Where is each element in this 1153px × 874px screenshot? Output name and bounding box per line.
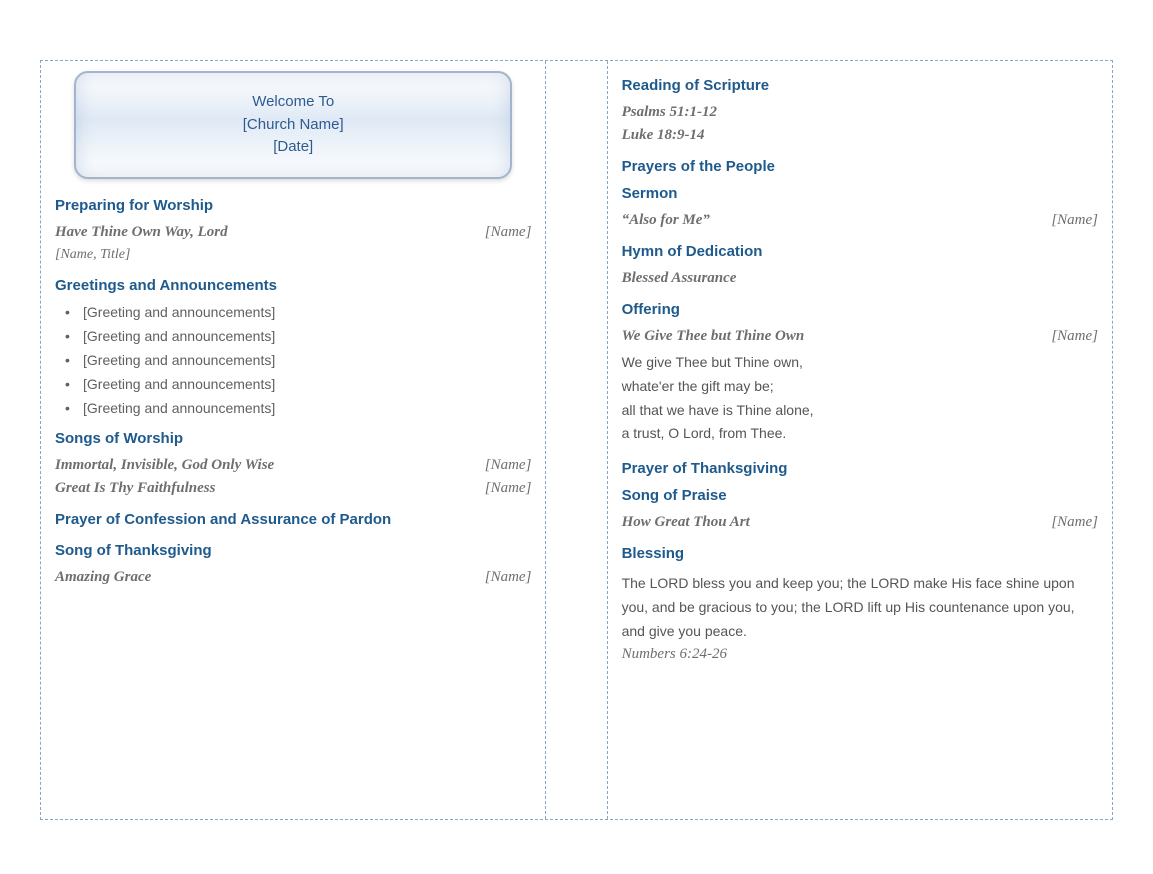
prayers-header: Prayers of the People [622, 158, 1098, 175]
announcements-list: [Greeting and announcements] [Greeting a… [55, 304, 531, 416]
blessing-header: Blessing [622, 545, 1098, 562]
preparing-hymn-name: [Name] [485, 224, 532, 241]
offering-hymn: We Give Thee but Thine Own [622, 328, 805, 345]
thanksgiving-song-header: Song of Thanksgiving [55, 542, 531, 559]
offering-header: Offering [622, 301, 1098, 318]
preparing-sub: [Name, Title] [55, 247, 531, 263]
scripture-1: Psalms 51:1-12 [622, 104, 1098, 121]
sermon-title: “Also for Me” [622, 212, 710, 229]
reading-header: Reading of Scripture [622, 77, 1098, 94]
song2-title: Great Is Thy Faithfulness [55, 480, 215, 497]
right-column: Reading of Scripture Psalms 51:1-12 Luke… [608, 61, 1112, 819]
song1-title: Immortal, Invisible, God Only Wise [55, 457, 274, 474]
sermon-name: [Name] [1051, 212, 1098, 229]
preparing-header: Preparing for Worship [55, 197, 531, 214]
welcome-line1: Welcome To [86, 91, 500, 114]
offering-verse: We give Thee but Thine own, whate'er the… [622, 351, 1098, 446]
thanksgiving-row: Amazing Grace [Name] [55, 569, 531, 586]
list-item: [Greeting and announcements] [61, 376, 531, 392]
offering-row: We Give Thee but Thine Own [Name] [622, 328, 1098, 345]
praise-row: How Great Thou Art [Name] [622, 514, 1098, 531]
offering-name: [Name] [1051, 328, 1098, 345]
song-row: Immortal, Invisible, God Only Wise [Name… [55, 457, 531, 474]
middle-spacer [546, 61, 607, 819]
preparing-hymn-row: Have Thine Own Way, Lord [Name] [55, 224, 531, 241]
songs-header: Songs of Worship [55, 430, 531, 447]
dedication-hymn: Blessed Assurance [622, 270, 1098, 287]
thanksgiving-hymn: Amazing Grace [55, 569, 151, 586]
thanksgiving-name: [Name] [485, 569, 532, 586]
sermon-header: Sermon [622, 185, 1098, 202]
list-item: [Greeting and announcements] [61, 352, 531, 368]
praise-name: [Name] [1051, 514, 1098, 531]
song1-name: [Name] [485, 457, 532, 474]
sermon-row: “Also for Me” [Name] [622, 212, 1098, 229]
song-row: Great Is Thy Faithfulness [Name] [55, 480, 531, 497]
blessing-text: The LORD bless you and keep you; the LOR… [622, 572, 1098, 643]
scripture-2: Luke 18:9-14 [622, 127, 1098, 144]
confession-header: Prayer of Confession and Assurance of Pa… [55, 511, 531, 528]
prayer-thanks-header: Prayer of Thanksgiving [622, 460, 1098, 477]
praise-hymn: How Great Thou Art [622, 514, 750, 531]
blessing-ref: Numbers 6:24-26 [622, 646, 1098, 663]
bulletin-page: Welcome To [Church Name] [Date] Preparin… [40, 60, 1113, 820]
preparing-hymn-title: Have Thine Own Way, Lord [55, 224, 228, 241]
greetings-header: Greetings and Announcements [55, 277, 531, 294]
left-column: Welcome To [Church Name] [Date] Preparin… [41, 61, 546, 819]
dedication-header: Hymn of Dedication [622, 243, 1098, 260]
song2-name: [Name] [485, 480, 532, 497]
list-item: [Greeting and announcements] [61, 304, 531, 320]
list-item: [Greeting and announcements] [61, 328, 531, 344]
praise-header: Song of Praise [622, 487, 1098, 504]
welcome-box: Welcome To [Church Name] [Date] [74, 71, 512, 179]
list-item: [Greeting and announcements] [61, 400, 531, 416]
welcome-line3: [Date] [86, 136, 500, 159]
welcome-line2: [Church Name] [86, 114, 500, 137]
